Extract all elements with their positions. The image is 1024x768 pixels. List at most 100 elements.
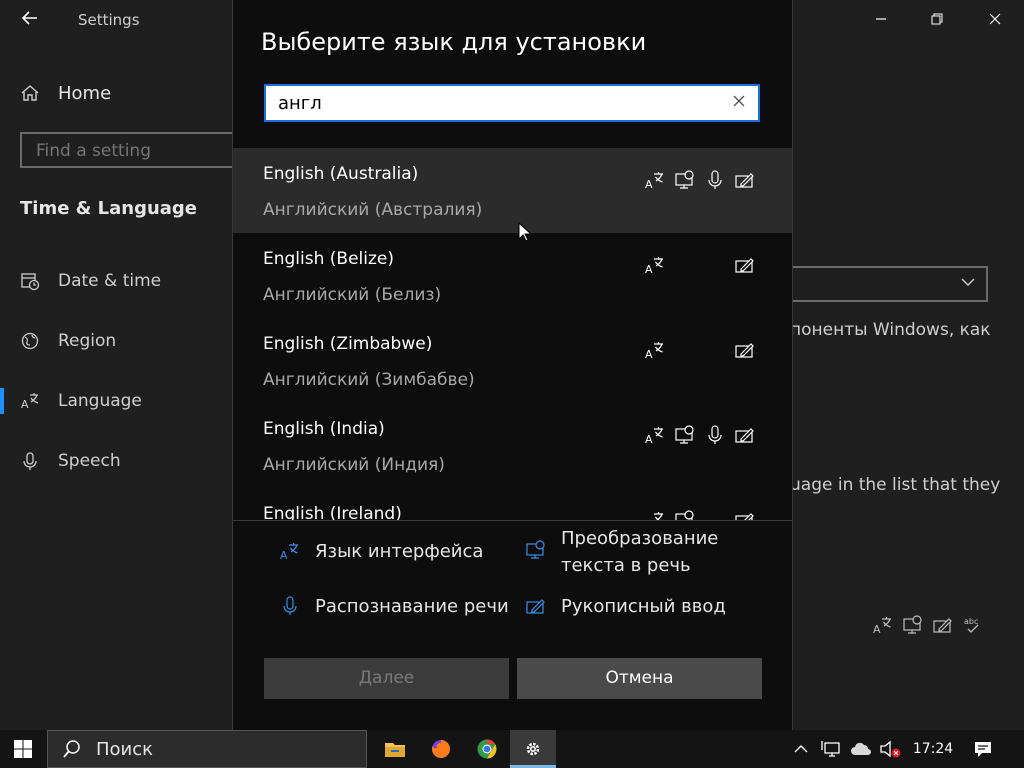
handwriting-icon <box>733 253 757 277</box>
legend-speech-recognition: Распознавание речи <box>279 595 509 617</box>
cloud-icon <box>851 742 871 755</box>
interface-language-icon: A <box>643 338 667 362</box>
background-text-2: uage in the list that they <box>790 475 1001 495</box>
text-to-speech-icon <box>673 423 697 447</box>
legend-label: Распознавание речи <box>315 595 509 617</box>
language-item[interactable]: English (Zimbabwe) Английский (Зимбабве)… <box>233 318 792 403</box>
close-icon <box>989 13 1001 25</box>
chrome-icon <box>477 739 497 759</box>
interface-language-icon: A <box>873 617 891 636</box>
language-item[interactable]: English (Belize) Английский (Белиз) A <box>233 233 792 318</box>
language-name: English (India) <box>263 419 385 439</box>
legend-label: Рукописный ввод <box>561 595 726 617</box>
handwriting-icon <box>733 423 757 447</box>
calendar-clock-icon <box>20 271 40 291</box>
svg-text:A: A <box>280 549 288 562</box>
legend-handwriting: Рукописный ввод <box>525 595 726 617</box>
network-icon <box>821 741 840 757</box>
nav-label: Speech <box>58 451 121 471</box>
list-divider <box>233 520 792 521</box>
legend-label-line2: текста в речь <box>561 555 691 576</box>
legend-label-line1: Преобразование <box>561 528 719 549</box>
windows-logo-icon <box>14 740 32 758</box>
interface-language-icon: A <box>280 543 298 562</box>
restore-icon <box>931 13 943 25</box>
language-item[interactable]: English (Ireland) A <box>233 488 792 520</box>
next-button[interactable]: Далее <box>264 658 509 699</box>
action-center-button[interactable] <box>966 730 1000 768</box>
clear-search-button[interactable] <box>728 92 750 114</box>
onedrive-button[interactable] <box>848 730 874 768</box>
network-button[interactable] <box>818 730 844 768</box>
microphone-icon <box>20 451 40 471</box>
language-item[interactable]: English (India) Английский (Индия) A <box>233 403 792 488</box>
mouse-cursor-icon <box>518 222 532 242</box>
svg-text:A: A <box>645 433 653 446</box>
speech-recognition-icon <box>283 596 297 615</box>
speech-recognition-icon <box>703 168 727 192</box>
app-title: Settings <box>78 11 140 29</box>
svg-text:A: A <box>645 348 653 361</box>
choose-language-dialog: Выберите язык для установки English (Aus… <box>232 0 793 730</box>
handwriting-icon <box>526 599 545 614</box>
dialog-title: Выберите язык для установки <box>261 28 647 56</box>
nav-label: Language <box>58 391 142 411</box>
nav-label: Region <box>58 331 117 351</box>
interface-language-icon: A <box>643 168 667 192</box>
taskbar: Поиск 17:24 <box>0 730 1024 768</box>
chevron-down-icon <box>960 274 976 294</box>
speech-recognition-icon <box>703 423 727 447</box>
nav-language[interactable]: A Language <box>20 386 142 416</box>
interface-language-icon: A <box>643 423 667 447</box>
find-setting-input[interactable] <box>22 134 250 168</box>
taskbar-clock[interactable]: 17:24 <box>904 730 962 768</box>
restore-button[interactable] <box>914 6 960 34</box>
nav-label: Date & time <box>58 271 162 291</box>
nav-region[interactable]: Region <box>20 326 116 356</box>
gear-icon <box>526 742 540 756</box>
volume-button[interactable] <box>876 730 904 768</box>
handwriting-icon <box>733 508 757 520</box>
svg-text:A: A <box>645 263 653 276</box>
svg-text:A: A <box>873 623 881 636</box>
language-native-name: Английский (Зимбабве) <box>263 370 475 390</box>
nav-speech[interactable]: Speech <box>20 446 121 476</box>
minimize-icon <box>876 18 886 20</box>
language-name: English (Zimbabwe) <box>263 334 433 354</box>
home-icon <box>21 85 39 101</box>
clear-icon <box>733 95 745 107</box>
find-setting-box[interactable] <box>20 132 260 168</box>
notification-icon <box>975 742 991 757</box>
language-name: English (Australia) <box>263 164 419 184</box>
taskbar-firefox[interactable] <box>418 730 464 768</box>
cancel-button[interactable]: Отмена <box>517 658 762 699</box>
taskbar-search-label: Поиск <box>96 738 154 760</box>
show-hidden-icons-button[interactable] <box>788 730 814 768</box>
language-search-box[interactable] <box>264 84 760 122</box>
svg-text:A: A <box>645 178 653 191</box>
sidebar-home[interactable]: Home <box>20 78 111 108</box>
taskbar-chrome[interactable] <box>464 730 510 768</box>
firefox-icon <box>431 740 450 758</box>
language-list[interactable]: English (Australia) Английский (Австрали… <box>233 148 792 520</box>
folder-icon <box>385 743 405 757</box>
search-icon <box>63 740 80 758</box>
spellcheck-icon: abc <box>964 617 979 633</box>
handwriting-icon <box>933 618 952 633</box>
start-button[interactable] <box>0 730 46 768</box>
nav-date-time[interactable]: Date & time <box>20 266 161 296</box>
background-feature-icons: A abc <box>872 614 984 636</box>
taskbar-settings[interactable] <box>510 730 556 768</box>
close-button[interactable] <box>972 6 1018 34</box>
language-native-name: Английский (Индия) <box>263 455 445 475</box>
interface-language-icon: A <box>643 253 667 277</box>
language-search-input[interactable] <box>266 86 730 120</box>
home-label: Home <box>58 82 112 104</box>
taskbar-search-box[interactable]: Поиск <box>47 730 367 768</box>
language-item[interactable]: English (Australia) Английский (Австрали… <box>233 148 792 233</box>
back-button[interactable] <box>16 8 44 32</box>
minimize-button[interactable] <box>858 6 904 34</box>
taskbar-file-explorer[interactable] <box>372 730 418 768</box>
language-native-name: Английский (Белиз) <box>263 285 442 305</box>
background-dropdown[interactable] <box>790 266 988 302</box>
